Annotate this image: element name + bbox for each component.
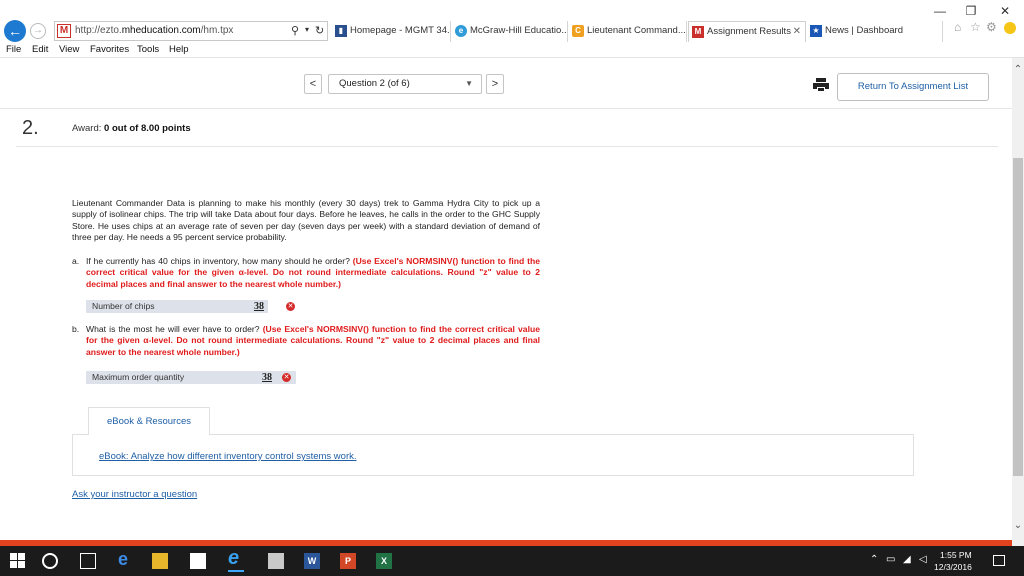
chevron-up-icon[interactable]: ⌃: [1012, 64, 1024, 75]
page-content: < Question 2 (of 6) ▼ > Return To Assign…: [0, 58, 1012, 546]
browser-tab[interactable]: ▮ Homepage - MGMT 34...: [332, 21, 451, 42]
address-bar[interactable]: M http://ezto.mheducation.com/hm.tpx ⚲ ▾…: [54, 21, 328, 41]
close-window-button[interactable]: ✕: [990, 2, 1020, 20]
volume-icon[interactable]: ◁: [919, 554, 927, 565]
answer-label: Number of chips: [92, 301, 155, 311]
menu-help[interactable]: Help: [169, 44, 189, 55]
search-icon[interactable]: ⚲: [291, 24, 299, 37]
chegg-icon: C: [572, 25, 584, 37]
previous-question-button[interactable]: <: [304, 74, 322, 94]
word-icon[interactable]: W: [304, 553, 320, 569]
browser-tab[interactable]: C Lieutenant Command...: [569, 21, 687, 42]
menu-file[interactable]: File: [6, 44, 21, 55]
menu-view[interactable]: View: [59, 44, 79, 55]
ebook-link[interactable]: eBook: Analyze how different inventory c…: [99, 451, 357, 462]
incorrect-icon: ✕: [282, 373, 291, 382]
bookmark-icon: ▮: [335, 25, 347, 37]
part-label: a.: [72, 256, 80, 266]
edge-icon[interactable]: e: [118, 550, 134, 568]
url-text[interactable]: http://ezto.mheducation.com/hm.tpx: [75, 25, 233, 36]
award-text: Award: 0 out of 8.00 points: [72, 123, 191, 134]
taskbar: e e W P X ⌃ ▭ ◢ ◁ 1:55 PM 12/3/2016: [0, 546, 1024, 576]
return-to-assignment-list-button[interactable]: Return To Assignment List: [837, 73, 989, 101]
file-explorer-icon[interactable]: [152, 553, 168, 569]
scrollbar[interactable]: ⌃ ⌄: [1012, 58, 1024, 546]
clock-time[interactable]: 1:55 PM: [940, 550, 972, 560]
part-question: If he currently has 40 chips in inventor…: [86, 256, 350, 266]
chevron-down-icon: ▼: [465, 79, 473, 88]
question-number: 2.: [22, 117, 39, 139]
notification-icon[interactable]: [993, 555, 1005, 566]
ask-instructor-link[interactable]: Ask your instructor a question: [72, 489, 197, 500]
tab-label: Lieutenant Command...: [587, 25, 686, 36]
mheducation-icon: M: [692, 26, 704, 38]
new-tab-button[interactable]: [944, 23, 950, 39]
restore-button[interactable]: ❐: [956, 2, 986, 20]
question-select-value: Question 2 (of 6): [339, 78, 410, 89]
feedback-smiley-icon[interactable]: [1004, 22, 1016, 34]
question-text: Lieutenant Commander Data is planning to…: [72, 198, 540, 242]
next-question-button[interactable]: >: [486, 74, 504, 94]
chevron-down-icon[interactable]: ▾: [305, 25, 309, 34]
award-score: 0 out of 8.00 points: [104, 123, 191, 134]
part-label: b.: [72, 324, 80, 334]
question-select[interactable]: Question 2 (of 6) ▼: [328, 74, 482, 94]
answer-value: 38: [254, 301, 264, 312]
site-favicon-icon: M: [57, 24, 71, 38]
cortana-icon[interactable]: [42, 553, 58, 569]
tab-label: Assignment Results: [707, 26, 791, 37]
tab-label: News | Dashboard: [825, 25, 903, 36]
menu-tools[interactable]: Tools: [137, 44, 159, 55]
windows-start-icon[interactable]: [10, 553, 26, 569]
menu-bar: File Edit View Favorites Tools Help: [0, 42, 1024, 58]
tab-ebook-resources[interactable]: eBook & Resources: [88, 407, 210, 435]
internet-explorer-icon[interactable]: e: [228, 548, 244, 572]
back-button[interactable]: ←: [4, 20, 26, 42]
tab-label: Homepage - MGMT 34...: [350, 25, 451, 36]
ie-icon: e: [455, 25, 467, 37]
task-view-icon[interactable]: [80, 553, 96, 569]
browser-tab-active[interactable]: M Assignment Results ✕: [688, 21, 806, 42]
chevron-up-icon[interactable]: ⌃: [870, 554, 878, 565]
menu-favorites[interactable]: Favorites: [90, 44, 129, 55]
battery-icon[interactable]: ▭: [886, 554, 895, 565]
home-icon[interactable]: ⌂: [954, 20, 961, 34]
answer-row-a: Number of chips 38 ✕: [86, 300, 308, 313]
refresh-icon[interactable]: ↻: [315, 24, 324, 37]
tab-label: McGraw-Hill Educatio...: [470, 25, 568, 36]
calculator-icon[interactable]: [268, 553, 284, 569]
print-icon[interactable]: [813, 78, 829, 92]
forward-button[interactable]: →: [30, 23, 46, 39]
incorrect-icon: ✕: [286, 302, 295, 311]
question-part-b: b. What is the most he will ever have to…: [72, 324, 540, 358]
star-badge-icon: ★: [810, 25, 822, 37]
store-icon[interactable]: [190, 553, 206, 569]
favorites-star-icon[interactable]: ☆: [970, 20, 981, 34]
browser-toolbar: ← → M http://ezto.mheducation.com/hm.tpx…: [0, 20, 1024, 42]
answer-value: 38: [262, 372, 272, 383]
excel-icon[interactable]: X: [376, 553, 392, 569]
gear-icon[interactable]: ⚙: [986, 20, 997, 34]
scrollbar-thumb[interactable]: [1013, 158, 1023, 476]
question-part-a: a. If he currently has 40 chips in inven…: [72, 256, 540, 290]
browser-tab[interactable]: e McGraw-Hill Educatio...: [452, 21, 568, 42]
answer-label: Maximum order quantity: [92, 372, 185, 382]
browser-tab[interactable]: ★ News | Dashboard: [807, 21, 943, 42]
close-tab-icon[interactable]: ✕: [793, 22, 801, 42]
divider: [0, 108, 1012, 109]
title-bar: — ❐ ✕: [0, 0, 1024, 22]
clock-date[interactable]: 12/3/2016: [934, 562, 972, 572]
powerpoint-icon[interactable]: P: [340, 553, 356, 569]
menu-edit[interactable]: Edit: [32, 44, 48, 55]
answer-row-b: Maximum order quantity 38 ✕: [86, 371, 296, 384]
wifi-icon[interactable]: ◢: [903, 554, 911, 565]
divider: [16, 146, 998, 147]
chevron-down-icon[interactable]: ⌄: [1012, 520, 1024, 531]
part-question: What is the most he will ever have to or…: [86, 324, 260, 334]
minimize-button[interactable]: —: [925, 2, 955, 20]
